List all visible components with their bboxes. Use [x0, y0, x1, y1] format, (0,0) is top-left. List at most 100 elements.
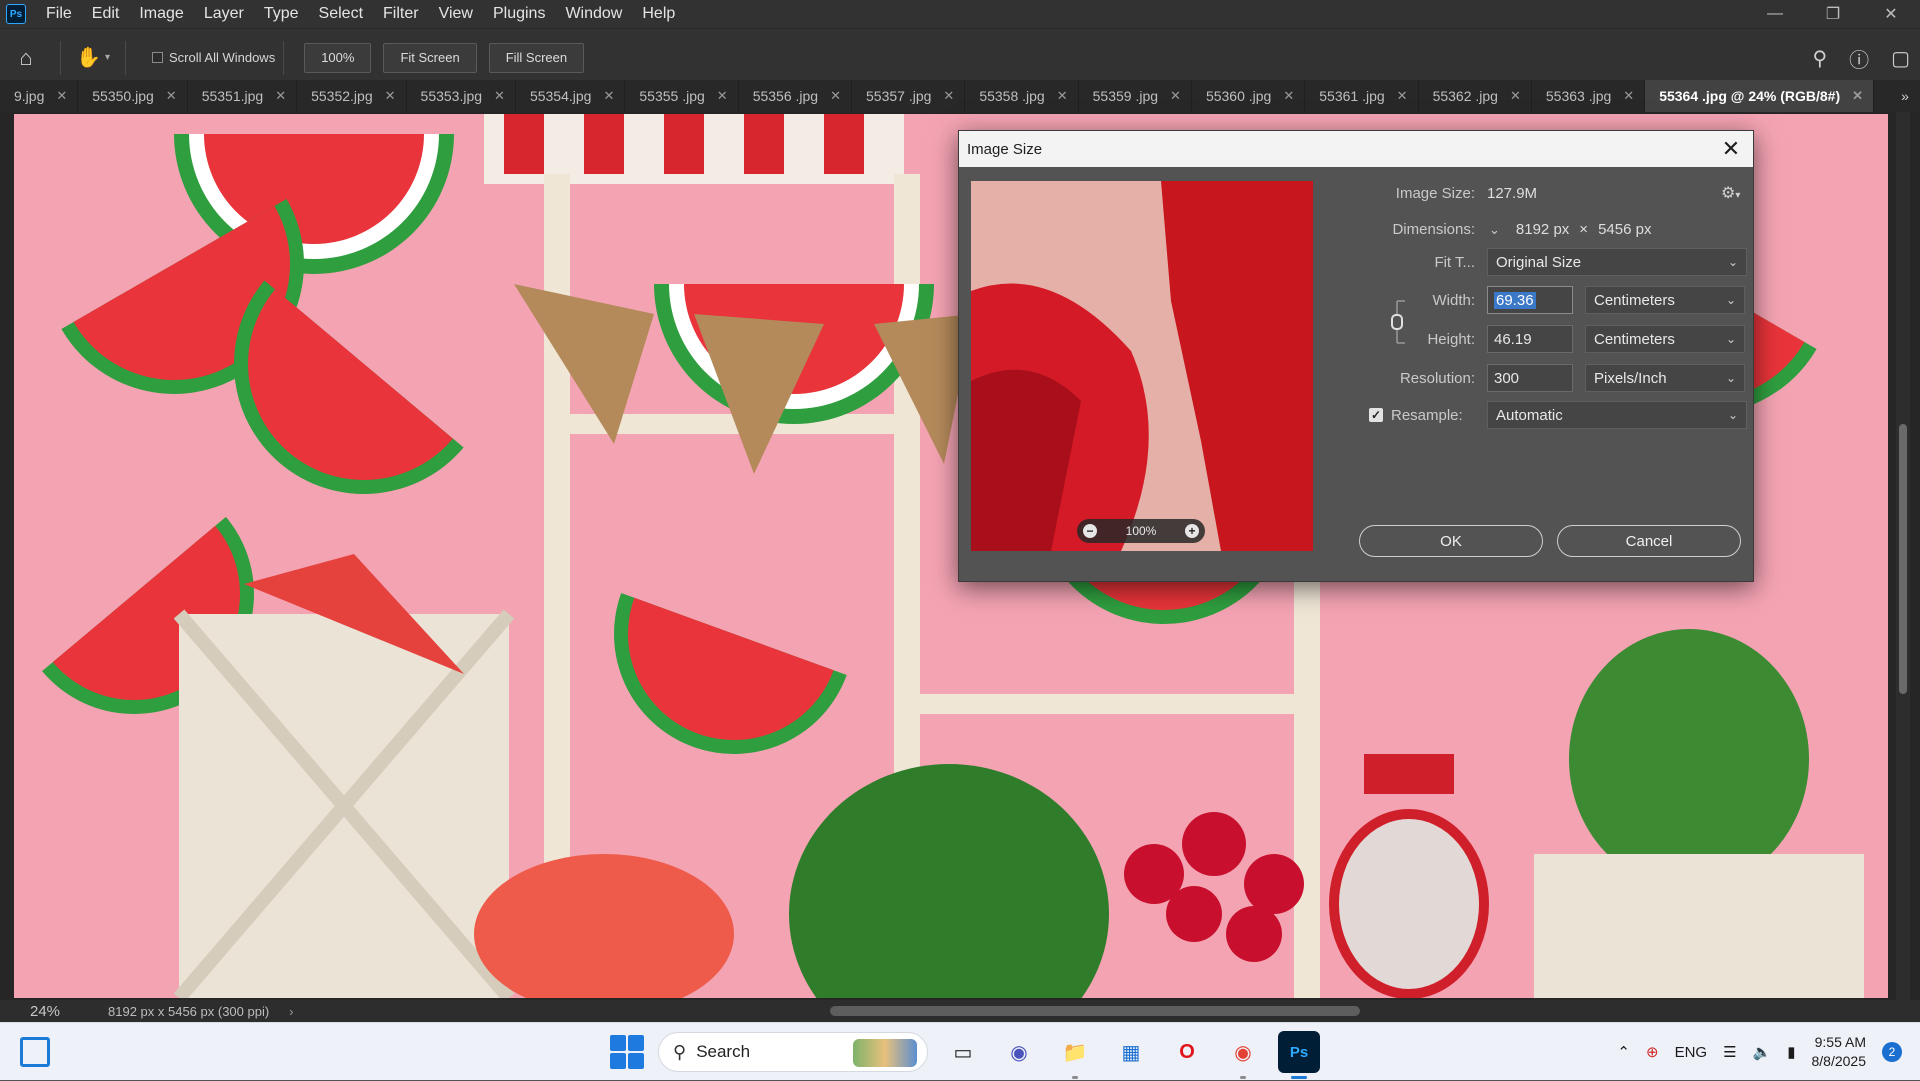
close-tab-icon[interactable]: ✕	[1397, 88, 1408, 104]
close-tab-icon[interactable]: ✕	[494, 88, 505, 104]
close-tab-icon[interactable]: ✕	[1510, 88, 1521, 104]
fill-screen-button[interactable]: Fill Screen	[488, 42, 585, 73]
scrollbar-thumb[interactable]	[1899, 424, 1907, 694]
tab-document[interactable]: 55362 .jpg ✕	[1419, 80, 1532, 112]
close-icon[interactable]: ✕	[1719, 136, 1743, 161]
fit-screen-button[interactable]: Fit Screen	[383, 42, 477, 73]
tab-document-active[interactable]: 55364 .jpg @ 24% (RGB/8#) ✕	[1645, 80, 1875, 112]
more-tabs-icon[interactable]: »	[1890, 80, 1920, 112]
close-tab-icon[interactable]: ✕	[166, 88, 177, 104]
opera-icon[interactable]: O	[1166, 1031, 1208, 1073]
menu-help[interactable]: Help	[632, 5, 685, 23]
tab-document[interactable]: 55358 .jpg ✕	[965, 80, 1079, 112]
zoom-100-button[interactable]: 100%	[304, 42, 372, 73]
store-icon[interactable]: ▦	[1110, 1031, 1152, 1073]
close-tab-icon[interactable]: ✕	[275, 88, 286, 104]
options-right-group: ⚲ ⓘ ▢	[1812, 29, 1910, 87]
width-row: Width: 69.36 Centimeters ⌄	[1349, 286, 1745, 314]
menu-type[interactable]: Type	[254, 5, 309, 23]
tab-document[interactable]: 55363 .jpg ✕	[1532, 80, 1646, 112]
menu-window[interactable]: Window	[555, 5, 632, 23]
wifi-icon[interactable]: ☰	[1723, 1043, 1736, 1061]
menu-layer[interactable]: Layer	[194, 5, 254, 23]
close-tab-icon[interactable]: ✕	[56, 88, 67, 104]
taskbar-search[interactable]: ⚲ Search	[658, 1032, 928, 1072]
resample-checkbox[interactable]: ✓	[1369, 408, 1383, 422]
tab-document[interactable]: 55355 .jpg ✕	[625, 80, 739, 112]
close-tab-icon[interactable]: ✕	[1623, 88, 1634, 104]
menu-image[interactable]: Image	[129, 5, 193, 23]
menu-file[interactable]: File	[36, 5, 82, 23]
dimensions-dropdown-icon[interactable]: ⌄	[1489, 222, 1500, 238]
resample-select[interactable]: Automatic ⌄	[1487, 401, 1747, 429]
status-zoom[interactable]: 24%	[0, 1003, 80, 1020]
meet-app-icon[interactable]: ◉	[998, 1031, 1040, 1073]
language-indicator[interactable]: ENG	[1675, 1044, 1708, 1061]
menu-select[interactable]: Select	[309, 5, 373, 23]
menu-view[interactable]: View	[429, 5, 483, 23]
close-tab-icon[interactable]: ✕	[1852, 88, 1863, 104]
chrome-icon[interactable]: ◉	[1222, 1031, 1264, 1079]
resolution-unit-select[interactable]: Pixels/Inch ⌄	[1585, 364, 1745, 392]
photoshop-taskbar-icon[interactable]: Ps	[1278, 1031, 1320, 1079]
widgets-icon[interactable]	[20, 1037, 50, 1067]
battery-icon[interactable]: ▮	[1787, 1043, 1795, 1061]
dimensions-times: ×	[1579, 221, 1589, 238]
task-view-icon[interactable]: ▭	[942, 1031, 984, 1073]
horizontal-scrollbar[interactable]	[830, 1006, 1360, 1016]
notification-badge[interactable]: 2	[1882, 1042, 1902, 1062]
tab-document[interactable]: 55361 .jpg ✕	[1305, 80, 1419, 112]
scroll-all-windows-checkbox[interactable]: Scroll All Windows	[152, 50, 275, 65]
help-icon[interactable]: ⓘ	[1849, 44, 1869, 73]
start-icon[interactable]	[610, 1035, 644, 1069]
tab-document[interactable]: 55359 .jpg ✕	[1079, 80, 1192, 112]
status-chevron-icon[interactable]: ›	[289, 1004, 293, 1019]
tab-document[interactable]: 9.jpg ✕	[0, 80, 79, 112]
volume-icon[interactable]: 🔈	[1753, 1043, 1772, 1061]
image-preview[interactable]: − 100% +	[971, 181, 1313, 551]
search-icon[interactable]: ⚲	[1812, 46, 1827, 71]
home-icon[interactable]: ⌂	[0, 29, 52, 87]
tab-document[interactable]: 55351.jpg ✕	[188, 80, 298, 112]
ok-button[interactable]: OK	[1359, 525, 1543, 557]
workspace-icon[interactable]: ▢	[1891, 46, 1910, 71]
width-unit-select[interactable]: Centimeters ⌄	[1585, 286, 1745, 314]
menu-filter[interactable]: Filter	[373, 5, 429, 23]
tab-document[interactable]: 55354.jpg ✕	[516, 80, 626, 112]
settings-gear-icon[interactable]: ⚙▾	[1721, 183, 1740, 203]
close-window-icon[interactable]: ✕	[1862, 0, 1920, 28]
tab-document[interactable]: 55357 .jpg ✕	[852, 80, 966, 112]
tab-document[interactable]: 55353.jpg ✕	[407, 80, 516, 112]
close-tab-icon[interactable]: ✕	[717, 88, 728, 104]
zoom-out-icon[interactable]: −	[1083, 524, 1097, 538]
close-tab-icon[interactable]: ✕	[603, 88, 614, 104]
height-unit-select[interactable]: Centimeters ⌄	[1585, 325, 1745, 353]
vpn-icon[interactable]: ⊕	[1646, 1043, 1659, 1061]
minimize-icon[interactable]: —	[1746, 0, 1804, 28]
vertical-scrollbar[interactable]	[1896, 112, 1910, 1000]
close-tab-icon[interactable]: ✕	[1057, 88, 1068, 104]
resolution-input[interactable]: 300	[1487, 364, 1573, 392]
height-input[interactable]: 46.19	[1487, 325, 1573, 353]
file-explorer-icon[interactable]: 📁	[1054, 1031, 1096, 1079]
zoom-in-icon[interactable]: +	[1184, 524, 1199, 538]
close-tab-icon[interactable]: ✕	[1170, 88, 1181, 104]
menu-edit[interactable]: Edit	[82, 5, 130, 23]
fit-to-select[interactable]: Original Size ⌄	[1487, 248, 1747, 276]
clock[interactable]: 9:55 AM 8/8/2025	[1812, 1033, 1867, 1071]
tab-document[interactable]: 55352.jpg ✕	[297, 80, 407, 112]
chevron-up-icon[interactable]: ⌃	[1617, 1043, 1630, 1061]
hand-tool-icon[interactable]: ✋ ▾	[69, 45, 117, 70]
checkbox-icon[interactable]	[152, 52, 163, 63]
tab-document[interactable]: 55350.jpg ✕	[78, 80, 188, 112]
cancel-button[interactable]: Cancel	[1557, 525, 1741, 557]
close-tab-icon[interactable]: ✕	[385, 88, 396, 104]
close-tab-icon[interactable]: ✕	[943, 88, 954, 104]
menu-plugins[interactable]: Plugins	[483, 5, 555, 23]
tab-document[interactable]: 55360 .jpg ✕	[1192, 80, 1306, 112]
width-input[interactable]: 69.36	[1487, 286, 1573, 314]
tab-document[interactable]: 55356 .jpg ✕	[739, 80, 852, 112]
close-tab-icon[interactable]: ✕	[830, 88, 841, 104]
restore-icon[interactable]: ❐	[1804, 0, 1862, 28]
close-tab-icon[interactable]: ✕	[1283, 88, 1294, 104]
